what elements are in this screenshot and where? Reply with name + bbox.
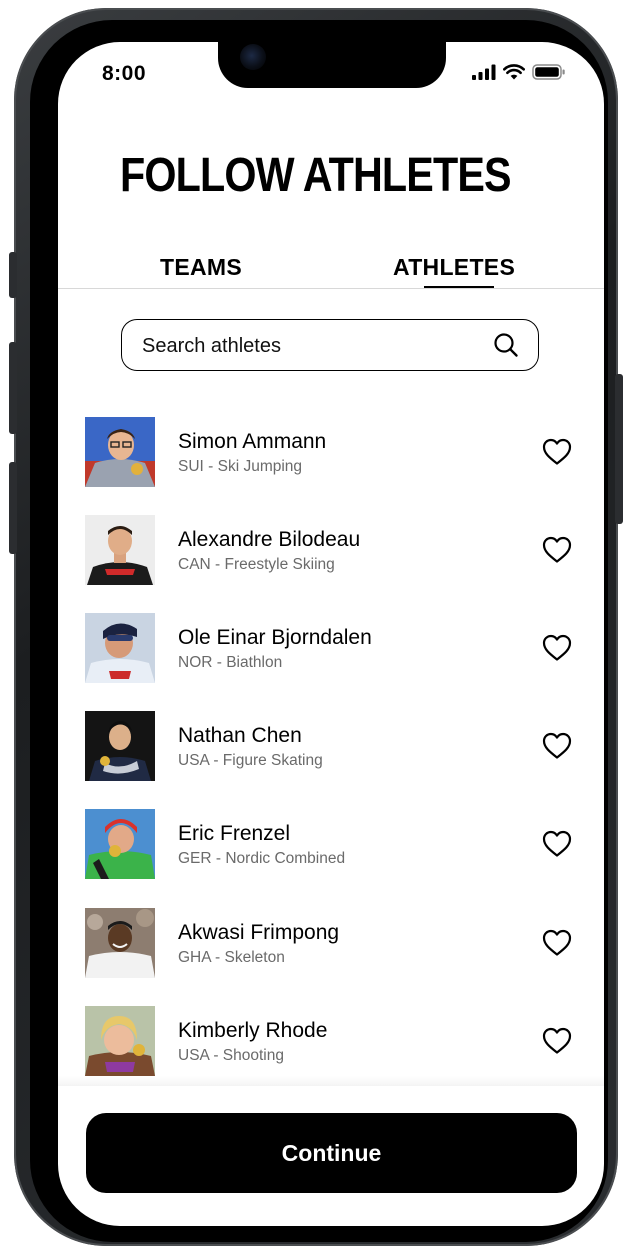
search-placeholder: Search athletes	[142, 335, 281, 357]
volume-up-button	[9, 342, 17, 434]
power-button	[615, 374, 623, 524]
athlete-photo	[85, 711, 155, 781]
athlete-country-sport: CAN - Freestyle Skiing	[178, 556, 335, 573]
wifi-icon	[503, 64, 525, 85]
tab-teams[interactable]: TEAMS	[160, 254, 242, 281]
heart-outline-icon[interactable]	[542, 634, 572, 667]
athlete-list: Simon Ammann SUI - Ski Jumping Alexandre…	[58, 412, 604, 1080]
athlete-row[interactable]: Simon Ammann SUI - Ski Jumping	[58, 412, 604, 502]
athlete-name: Kimberly Rhode	[178, 1019, 328, 1042]
athlete-row[interactable]: Nathan Chen USA - Figure Skating	[58, 706, 604, 796]
list-bottom-fade	[58, 1076, 604, 1086]
athlete-photo	[85, 908, 155, 978]
athlete-name: Alexandre Bilodeau	[178, 528, 361, 551]
phone-frame: 8:00 FOLLOW ATHLETES TEAMS ATHLETES Sear…	[9, 8, 623, 1246]
status-time: 8:00	[102, 62, 147, 85]
athlete-row[interactable]: Alexandre Bilodeau CAN - Freestyle Skiin…	[58, 510, 604, 600]
tabs-divider	[58, 288, 604, 289]
athlete-country-sport: SUI - Ski Jumping	[178, 458, 303, 475]
athlete-name: Nathan Chen	[178, 724, 302, 747]
athlete-row[interactable]: Eric Frenzel GER - Nordic Combined	[58, 804, 604, 894]
athlete-country-sport: USA - Shooting	[178, 1047, 284, 1064]
search-icon[interactable]	[493, 332, 519, 363]
front-camera	[240, 44, 266, 70]
app-screen: 8:00 FOLLOW ATHLETES TEAMS ATHLETES Sear…	[58, 42, 604, 1226]
athlete-row[interactable]: Kimberly Rhode USA - Shooting	[58, 1001, 604, 1080]
athlete-photo	[85, 515, 155, 585]
heart-outline-icon[interactable]	[542, 732, 572, 765]
heart-outline-icon[interactable]	[542, 438, 572, 471]
heart-outline-icon[interactable]	[542, 929, 572, 962]
silent-switch	[9, 252, 17, 298]
battery-icon	[532, 64, 566, 85]
athlete-name: Ole Einar Bjorndalen	[178, 626, 372, 649]
athlete-row[interactable]: Ole Einar Bjorndalen NOR - Biathlon	[58, 608, 604, 698]
athlete-country-sport: GHA - Skeleton	[178, 949, 285, 966]
athlete-name: Eric Frenzel	[178, 822, 291, 845]
heart-outline-icon[interactable]	[542, 536, 572, 569]
athlete-row[interactable]: Akwasi Frimpong GHA - Skeleton	[58, 903, 604, 993]
continue-button[interactable]: Continue	[86, 1113, 577, 1193]
athlete-country-sport: USA - Figure Skating	[178, 752, 323, 769]
heart-outline-icon[interactable]	[542, 830, 572, 863]
athlete-photo	[85, 809, 155, 879]
page-title: FOLLOW ATHLETES	[120, 149, 512, 202]
cellular-signal-icon	[472, 64, 496, 85]
search-input[interactable]: Search athletes	[121, 319, 539, 371]
athlete-photo	[85, 1006, 155, 1076]
athlete-name: Akwasi Frimpong	[178, 921, 340, 944]
athlete-country-sport: GER - Nordic Combined	[178, 850, 346, 867]
status-icons	[472, 64, 566, 85]
heart-outline-icon[interactable]	[542, 1027, 572, 1060]
athlete-country-sport: NOR - Biathlon	[178, 654, 283, 671]
athlete-photo	[85, 613, 155, 683]
athlete-photo	[85, 417, 155, 487]
notch	[218, 42, 446, 88]
athlete-name: Simon Ammann	[178, 430, 327, 453]
volume-down-button	[9, 462, 17, 554]
tab-athletes[interactable]: ATHLETES	[393, 254, 515, 281]
